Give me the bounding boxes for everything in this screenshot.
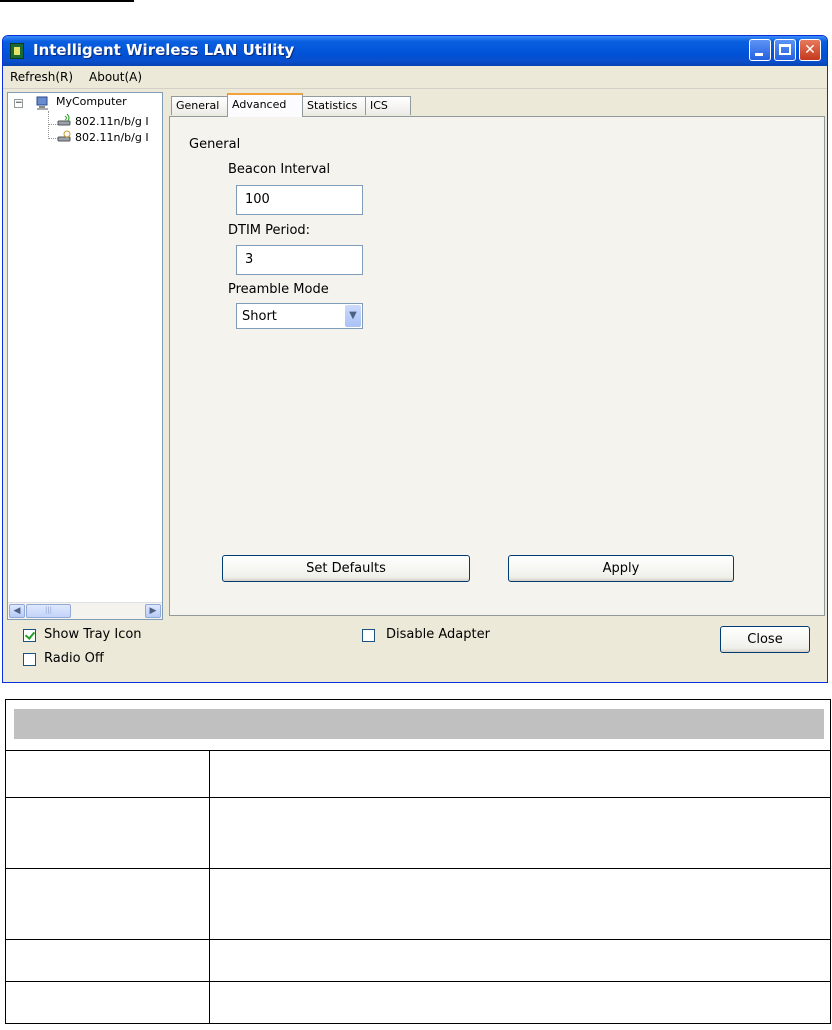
disable-adapter-checkbox[interactable] [362, 629, 375, 642]
show-tray-icon-label[interactable]: Show Tray Icon [44, 627, 142, 642]
close-button[interactable]: Close [720, 626, 810, 653]
table-row [5, 751, 831, 798]
document-top-rule [0, 0, 134, 2]
table-row [5, 939, 831, 982]
table-divider [209, 869, 210, 939]
table-row [5, 981, 831, 1024]
table-row [5, 797, 831, 869]
radio-off-checkbox[interactable] [23, 653, 36, 666]
table-row [5, 868, 831, 940]
table-divider [209, 982, 210, 1023]
table-divider [209, 798, 210, 868]
table-divider [209, 751, 210, 797]
tab-advanced[interactable]: Advanced [227, 93, 303, 117]
table-divider [209, 940, 210, 981]
radio-off-label[interactable]: Radio Off [44, 651, 104, 666]
check-icon [24, 629, 36, 640]
disable-adapter-label[interactable]: Disable Adapter [386, 627, 490, 642]
show-tray-icon-checkbox[interactable] [23, 629, 36, 642]
table-header-fill [14, 709, 824, 739]
document-table [5, 699, 831, 1024]
bottom-controls: Show Tray Icon Radio Off Disable Adapter… [3, 36, 827, 682]
main-window: Intelligent Wireless LAN Utility ✕ Refre… [2, 35, 828, 683]
table-header [5, 699, 831, 751]
